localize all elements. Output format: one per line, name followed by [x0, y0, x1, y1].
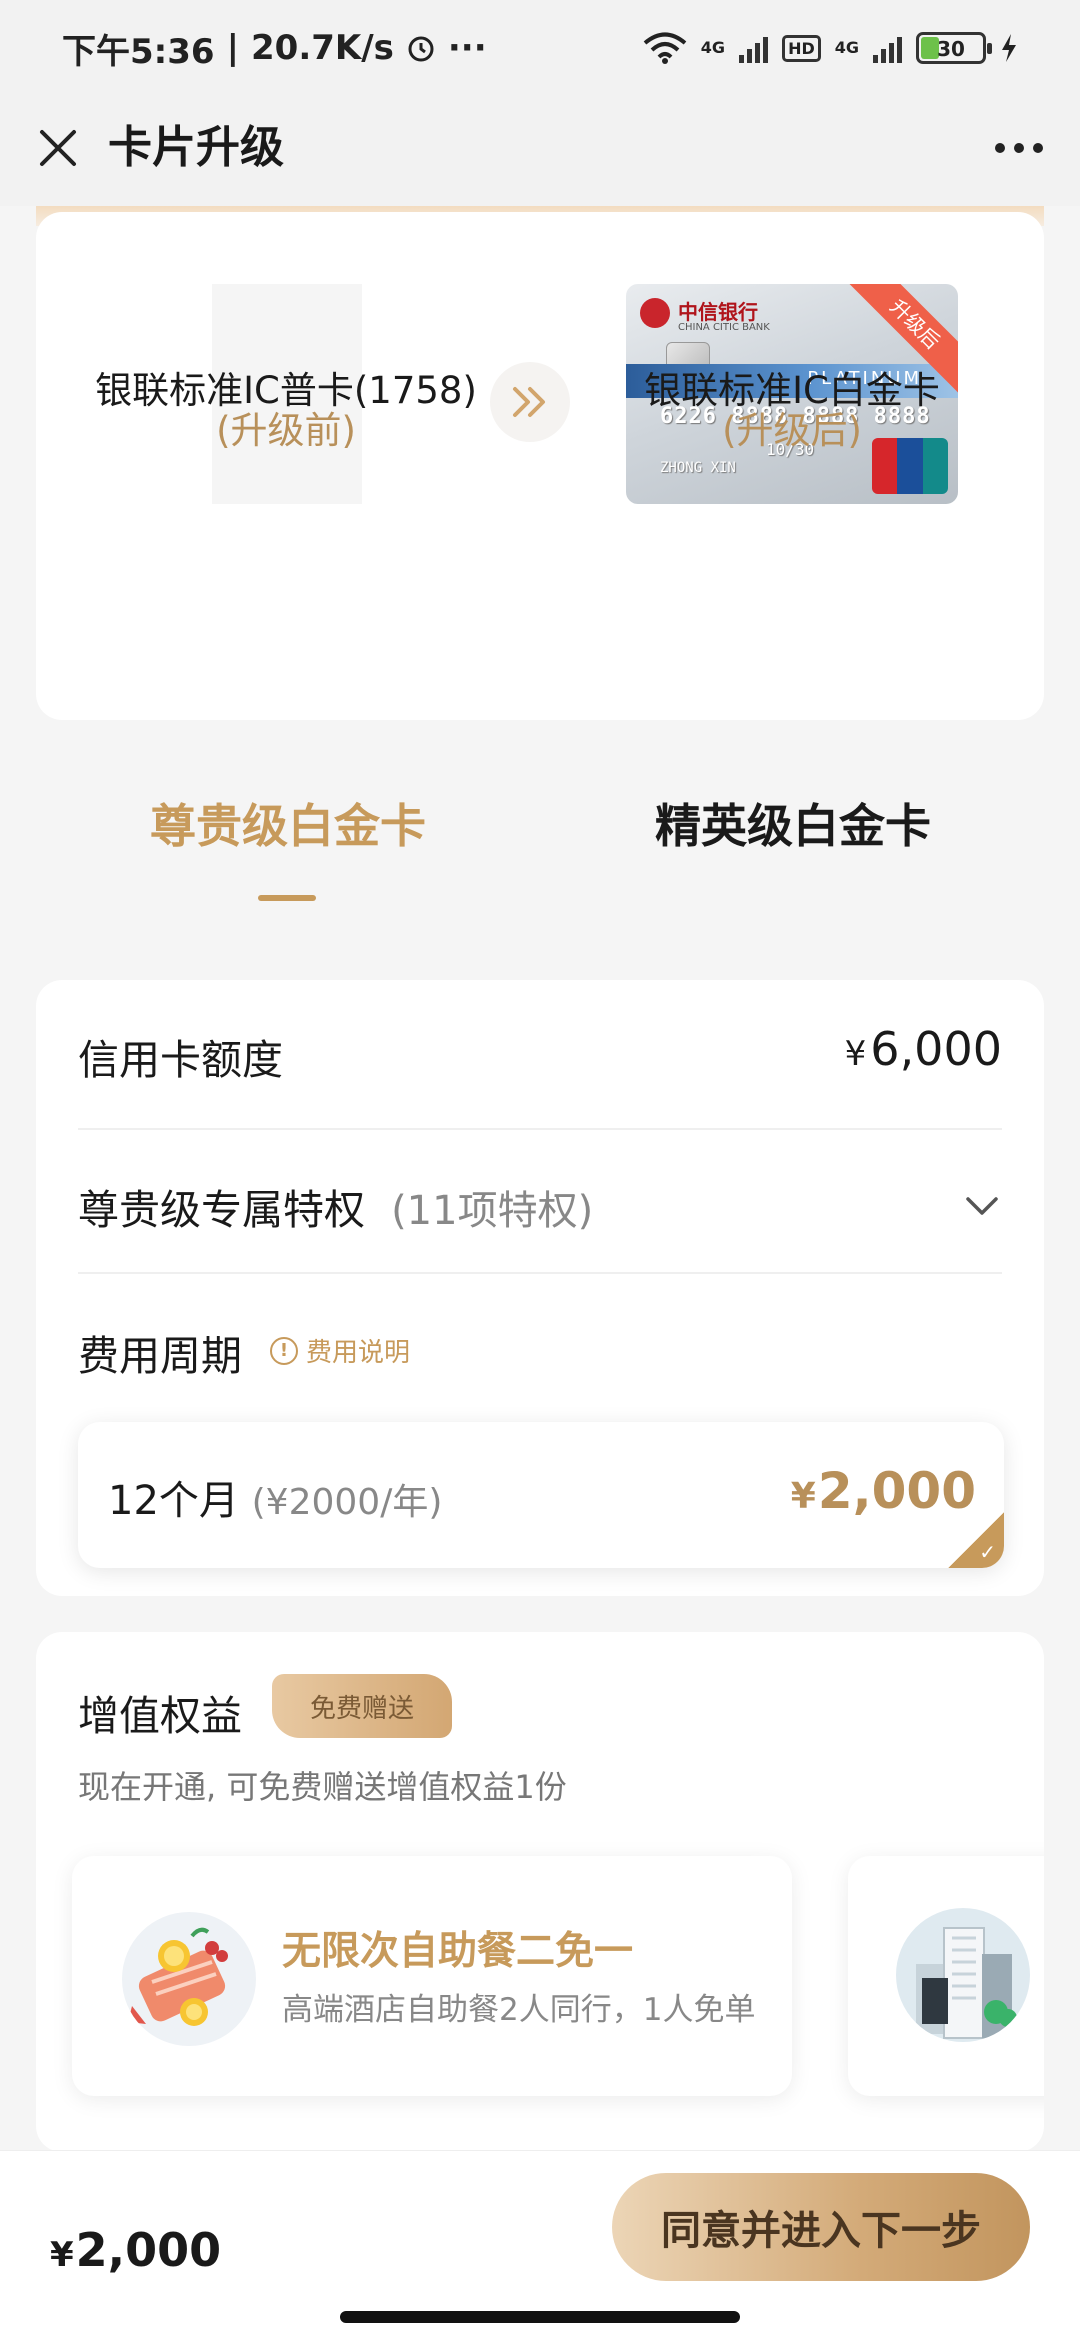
privilege-label: 尊贵级专属特权	[78, 1186, 365, 1234]
card-info-panel: 信用卡额度 ¥6,000 尊贵级专属特权 (11项特权) 费用周期 ! 费用说明…	[36, 980, 1044, 1596]
benefits-panel: 增值权益 免费赠送 现在开通, 可免费赠送增值权益1份 无限次自助餐二免一 高端…	[36, 1632, 1044, 2152]
selected-check-icon: ✓	[948, 1512, 1004, 1568]
bank-logo-icon	[640, 298, 670, 328]
card-bank-name: 中信银行	[678, 300, 758, 324]
fee-note-label: 费用说明	[306, 1338, 411, 1368]
benefits-title: 增值权益	[78, 1692, 242, 1740]
more-dot-icon	[1014, 143, 1024, 153]
card-bank-sub: CHINA CITIC BANK	[678, 322, 770, 333]
bottom-action-bar: ¥2,000 同意并进入下一步	[0, 2150, 1080, 2340]
status-left: 下午5:36 | 20.7K/s ···	[62, 24, 487, 73]
signal-icon-1	[739, 33, 769, 63]
benefits-description: 现在开通, 可免费赠送增值权益1份	[78, 1768, 567, 1806]
period-duration: 12个月	[108, 1478, 239, 1524]
building-illustration	[916, 1927, 1017, 2039]
more-dot-icon	[1033, 143, 1043, 153]
card-compare-panel: 中信银行 CHINA CITIC BANK PLATINUM 6226 8888…	[36, 212, 1044, 720]
status-time: 下午5:36	[62, 31, 215, 72]
divider	[78, 1128, 1002, 1130]
total-currency: ¥	[50, 2235, 74, 2275]
privilege-row[interactable]: 尊贵级专属特权 (11项特权)	[78, 1176, 924, 1236]
benefit-card[interactable]	[848, 1856, 1044, 2096]
buffet-food-icon	[122, 1912, 256, 2046]
status-speed: 20.7K/s	[251, 28, 394, 68]
card-holder: ZHONG XIN	[660, 460, 736, 476]
alarm-icon	[408, 36, 434, 62]
tab-premium-platinum[interactable]: 尊贵级白金卡	[0, 790, 576, 856]
fee-period-label: 费用周期	[78, 1332, 242, 1380]
total-price: ¥2,000	[50, 2223, 221, 2277]
active-tab-indicator	[258, 895, 316, 901]
new-card-state: (升级后)	[722, 409, 862, 452]
double-chevron-right-icon	[513, 387, 545, 417]
more-dot-icon	[995, 143, 1005, 153]
buffet-illustration	[128, 1927, 228, 2026]
battery-icon: 30	[916, 32, 992, 64]
network-type-1: 4G	[700, 38, 726, 57]
divider	[78, 1272, 1002, 1274]
old-card-state: (升级前)	[216, 409, 356, 452]
chevron-down-icon[interactable]	[962, 1186, 1002, 1226]
page-title: 卡片升级	[108, 122, 284, 173]
wifi-icon	[643, 32, 687, 64]
home-indicator[interactable]	[340, 2311, 740, 2323]
close-icon	[40, 130, 76, 166]
period-unit-price: (¥2000/年)	[251, 1482, 443, 1523]
period-option-label: 12个月 (¥2000/年)	[108, 1468, 442, 1526]
credit-limit-label: 信用卡额度	[78, 1036, 283, 1084]
credit-limit-currency: ¥	[844, 1034, 867, 1074]
signal-icon-2	[873, 33, 902, 63]
status-right: 4G HD 4G 30	[643, 32, 1018, 64]
status-bar: 下午5:36 | 20.7K/s ··· 4G HD 4G 30	[0, 0, 1080, 96]
status-separator: |	[226, 28, 239, 68]
benefit-card[interactable]: 无限次自助餐二免一 高端酒店自助餐2人同行，1人免单	[72, 1856, 792, 2096]
benefit-subtitle: 高端酒店自助餐2人同行，1人免单	[282, 1992, 756, 2028]
hd-badge: HD	[782, 34, 821, 62]
network-type-2: 4G	[834, 38, 859, 57]
charging-icon	[1002, 34, 1016, 62]
credit-limit-value: ¥6,000	[845, 1022, 1002, 1076]
total-amount: 2,000	[75, 2223, 222, 2277]
period-price-currency: ¥	[790, 1476, 816, 1517]
nav-bar: 卡片升级	[0, 96, 1080, 206]
more-menu-button[interactable]	[984, 118, 1054, 178]
free-gift-badge: 免费赠送	[272, 1674, 452, 1738]
privilege-count: (11项特权)	[391, 1188, 594, 1234]
upgrade-arrow	[490, 362, 570, 442]
status-more-dots: ···	[447, 28, 487, 68]
battery-percent: 30	[937, 37, 965, 61]
fee-period-option[interactable]: 12个月 (¥2000/年) ¥2,000 ✓	[78, 1422, 1004, 1568]
building-icon	[896, 1908, 1030, 2042]
fee-note-link[interactable]: ! 费用说明	[270, 1332, 410, 1369]
tab-elite-platinum[interactable]: 精英级白金卡	[505, 790, 1080, 856]
info-icon: !	[270, 1336, 298, 1365]
close-button[interactable]	[28, 118, 88, 178]
benefit-title: 无限次自助餐二免一	[282, 1929, 634, 1974]
credit-limit-amount: 6,000	[870, 1022, 1002, 1076]
agree-next-button[interactable]: 同意并进入下一步	[612, 2173, 1030, 2281]
